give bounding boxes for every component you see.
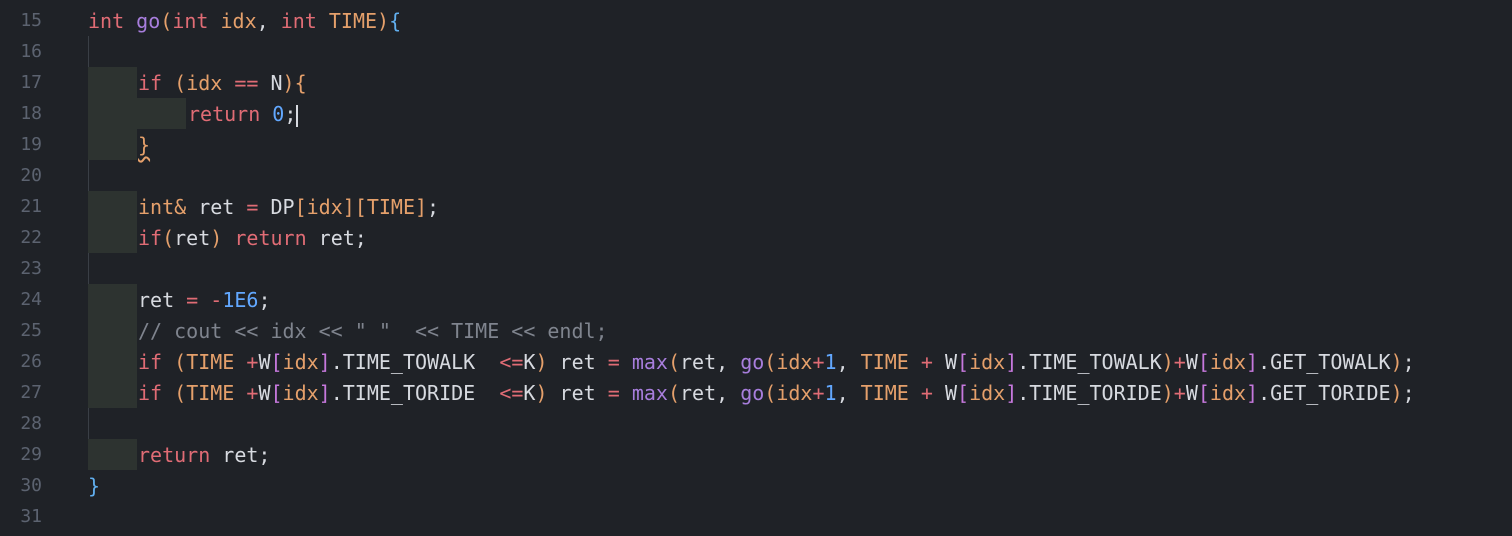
- line-number: 15: [20, 10, 42, 31]
- code-text[interactable]: if (idx == N){: [138, 71, 307, 95]
- code-line[interactable]: 28: [0, 408, 1512, 439]
- code-comment[interactable]: // cout << idx << " " << TIME << endl;: [138, 319, 608, 343]
- text-cursor: [296, 104, 299, 127]
- code-text[interactable]: if(ret) return ret;: [138, 226, 367, 250]
- indent-guide: [88, 408, 89, 439]
- line-number: 22: [20, 227, 42, 248]
- line-number: 31: [20, 506, 42, 527]
- line-number: 18: [20, 103, 42, 124]
- code-line[interactable]: 15 int go(int idx, int TIME){: [0, 5, 1512, 36]
- code-text[interactable]: ret = -1E6;: [138, 288, 270, 312]
- code-line[interactable]: 24 ret = -1E6;: [0, 284, 1512, 315]
- indent-highlight: [88, 191, 137, 222]
- line-number: 16: [20, 41, 42, 62]
- line-number: 26: [20, 351, 42, 372]
- code-line[interactable]: 18 return 0;: [0, 98, 1512, 129]
- indent-guide: [88, 36, 89, 67]
- indent-highlight: [88, 377, 137, 408]
- indent-highlight: [88, 222, 137, 253]
- code-line[interactable]: 30 }: [0, 470, 1512, 501]
- code-line[interactable]: 31: [0, 501, 1512, 532]
- line-number: 24: [20, 289, 42, 310]
- indent-guide: [88, 160, 89, 191]
- code-line[interactable]: 25 // cout << idx << " " << TIME << endl…: [0, 315, 1512, 346]
- indent-highlight: [137, 98, 186, 129]
- indent-highlight: [88, 129, 137, 160]
- line-number: 17: [20, 72, 42, 93]
- line-number: 29: [20, 444, 42, 465]
- line-number: 28: [20, 413, 42, 434]
- code-text[interactable]: if (TIME +W[idx].TIME_TOWALK <=K) ret = …: [138, 350, 1415, 374]
- code-line[interactable]: 27 if (TIME +W[idx].TIME_TORIDE <=K) ret…: [0, 377, 1512, 408]
- indent-highlight: [88, 98, 137, 129]
- code-editor[interactable]: 15 int go(int idx, int TIME){ 16 17 if (…: [0, 0, 1512, 536]
- code-text[interactable]: }: [88, 474, 100, 498]
- line-number: 30: [20, 475, 42, 496]
- code-text[interactable]: }: [138, 133, 150, 157]
- code-line[interactable]: 19 }: [0, 129, 1512, 160]
- code-line[interactable]: 16: [0, 36, 1512, 67]
- code-text[interactable]: int go(int idx, int TIME){: [88, 9, 401, 33]
- code-line[interactable]: 26 if (TIME +W[idx].TIME_TOWALK <=K) ret…: [0, 346, 1512, 377]
- line-number: 19: [20, 134, 42, 155]
- code-line[interactable]: 29 return ret;: [0, 439, 1512, 470]
- code-line[interactable]: 22 if(ret) return ret;: [0, 222, 1512, 253]
- indent-highlight: [88, 439, 137, 470]
- line-number: 20: [20, 165, 42, 186]
- code-text[interactable]: return 0;: [188, 102, 299, 127]
- indent-highlight: [88, 67, 137, 98]
- code-text[interactable]: if (TIME +W[idx].TIME_TORIDE <=K) ret = …: [138, 381, 1415, 405]
- line-number: 23: [20, 258, 42, 279]
- line-number: 25: [20, 320, 42, 341]
- indent-highlight: [88, 284, 137, 315]
- indent-highlight: [88, 346, 137, 377]
- indent-guide: [88, 253, 89, 284]
- code-line[interactable]: 20: [0, 160, 1512, 191]
- indent-highlight: [88, 315, 137, 346]
- line-number: 21: [20, 196, 42, 217]
- code-line[interactable]: 17 if (idx == N){: [0, 67, 1512, 98]
- line-number: 27: [20, 382, 42, 403]
- code-text[interactable]: int& ret = DP[idx][TIME];: [138, 195, 439, 219]
- code-line[interactable]: 23: [0, 253, 1512, 284]
- code-text[interactable]: return ret;: [138, 443, 270, 467]
- code-line[interactable]: 21 int& ret = DP[idx][TIME];: [0, 191, 1512, 222]
